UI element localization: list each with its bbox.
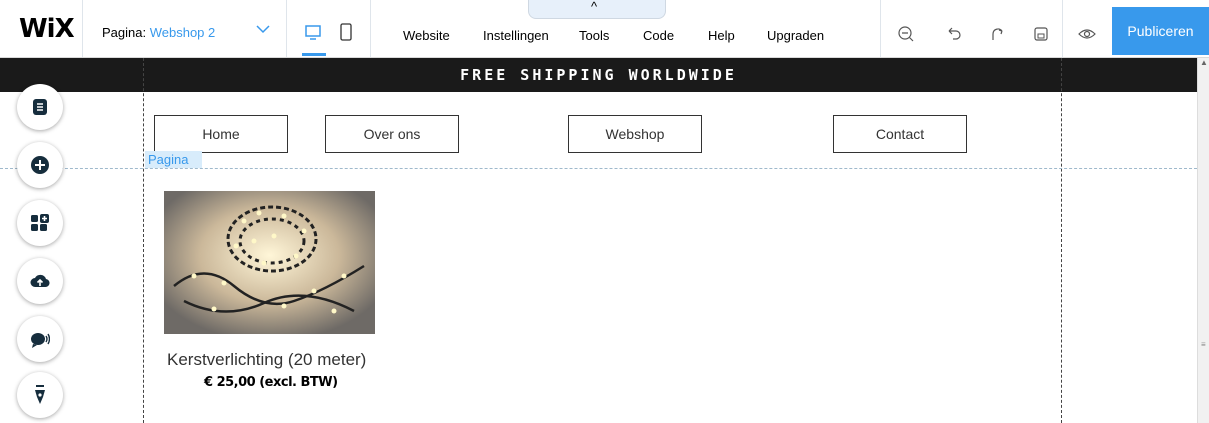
banner-text: FREE SHIPPING WORLDWIDE	[460, 66, 737, 84]
mobile-icon[interactable]	[338, 22, 354, 42]
nav-home[interactable]: Home	[154, 115, 288, 153]
desktop-active-indicator	[302, 53, 326, 56]
divider	[880, 0, 881, 57]
menu-website[interactable]: Website	[403, 28, 450, 43]
desktop-icon[interactable]	[305, 22, 321, 42]
page-label: Pagina:	[102, 25, 147, 40]
page-selector[interactable]: Pagina: Webshop 2	[102, 25, 215, 40]
add-button[interactable]	[17, 142, 63, 188]
undo-icon[interactable]	[945, 25, 963, 43]
grid-guide-right	[1061, 58, 1062, 423]
menu-upgraden[interactable]: Upgraden	[767, 28, 824, 43]
pages-menu-button[interactable]	[17, 84, 63, 130]
shipping-banner[interactable]: FREE SHIPPING WORLDWIDE	[0, 58, 1197, 92]
collapse-toolbar-tab[interactable]: ^	[528, 0, 666, 19]
vertical-scrollbar[interactable]: ▲ ≡	[1197, 58, 1209, 423]
product-image[interactable]	[164, 191, 375, 334]
chat-button[interactable]	[17, 316, 63, 362]
nav-contact[interactable]: Contact	[833, 115, 967, 153]
menu-help[interactable]: Help	[708, 28, 735, 43]
pages-menu-icon	[33, 99, 47, 115]
divider	[370, 0, 371, 57]
redo-icon[interactable]	[988, 25, 1006, 43]
zoom-out-icon[interactable]	[897, 25, 915, 43]
menu-code[interactable]: Code	[643, 28, 674, 43]
product-price: € 25,00 (excl. BTW)	[204, 375, 338, 390]
scroll-up-icon[interactable]: ▲	[1200, 58, 1208, 67]
scroll-grip-icon[interactable]: ≡	[1201, 340, 1206, 349]
save-icon[interactable]	[1032, 25, 1050, 43]
publish-button[interactable]: Publiceren	[1112, 7, 1209, 55]
collapse-glyph: ^	[591, 0, 598, 14]
chevron-down-icon[interactable]	[254, 22, 272, 36]
grid-guide-left	[143, 58, 144, 423]
menu-instellingen[interactable]: Instellingen	[483, 28, 549, 43]
upload-media-button[interactable]	[17, 258, 63, 304]
divider	[1062, 0, 1063, 57]
product-name[interactable]: Kerstverlichting (20 meter)	[167, 350, 366, 370]
preview-eye-icon[interactable]	[1078, 25, 1096, 43]
nav-over-ons[interactable]: Over ons	[325, 115, 459, 153]
section-guide	[0, 168, 1197, 169]
upload-media-icon	[30, 274, 50, 288]
editor-top-bar: WiX Pagina: Webshop 2 Website Instelling…	[0, 0, 1209, 58]
menu-tools[interactable]: Tools	[579, 28, 609, 43]
wix-logo[interactable]: WiX	[19, 14, 75, 44]
pen-design-icon	[35, 385, 45, 404]
nav-webshop[interactable]: Webshop	[568, 115, 702, 153]
section-tag[interactable]: Pagina	[145, 151, 202, 168]
design-button[interactable]	[17, 372, 63, 418]
chat-icon	[31, 333, 50, 348]
add-apps-button[interactable]	[17, 200, 63, 246]
divider	[82, 0, 83, 57]
add-apps-icon	[31, 214, 49, 231]
page-value: Webshop 2	[149, 25, 216, 40]
divider	[286, 0, 287, 57]
add-icon	[31, 156, 49, 174]
